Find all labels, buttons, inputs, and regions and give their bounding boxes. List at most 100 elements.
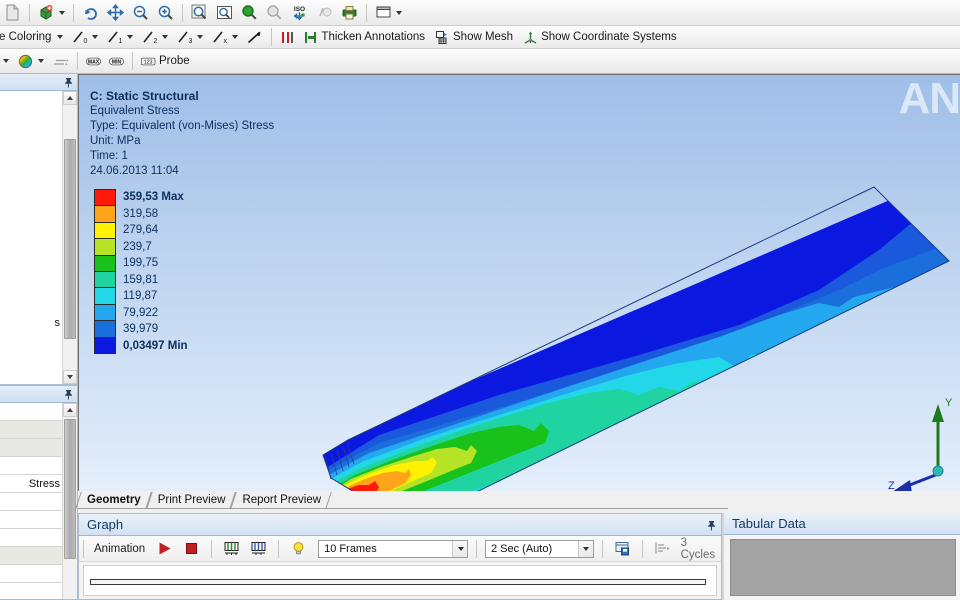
details-row-stress[interactable]: Stress (0, 475, 62, 493)
bars-button[interactable] (247, 538, 270, 559)
outline-scrollbar[interactable] (62, 91, 77, 384)
show-undeformed-wireframe-button[interactable]: 1 (102, 27, 137, 48)
cycles-label: 3 Cycles (680, 536, 716, 561)
max-annotation-button[interactable]: MAX (82, 51, 105, 72)
print-preview-button[interactable] (337, 2, 362, 23)
show-coordinate-systems-label: Show Coordinate Systems (541, 31, 677, 43)
tab-strip-filler (329, 492, 728, 509)
tab-label: Print Preview (157, 494, 226, 506)
chevron-down-icon (38, 59, 44, 63)
legend-swatch (95, 272, 115, 289)
outline-tree-body[interactable]: s (0, 91, 62, 384)
coordinate-triad[interactable]: Y Z (888, 388, 958, 491)
show-mesh-edges-button[interactable]: x (207, 27, 242, 48)
export-video-button[interactable] (611, 538, 634, 559)
zoom-to-fit-button[interactable] (212, 2, 237, 23)
scroll-thumb[interactable] (64, 139, 76, 339)
set-view-button[interactable] (312, 2, 337, 23)
details-row[interactable] (0, 403, 62, 421)
show-coordinate-systems-button[interactable]: Show Coordinate Systems (519, 27, 683, 48)
rotate-button[interactable] (78, 2, 103, 23)
details-row[interactable] (0, 457, 62, 475)
chevron-down-icon (396, 10, 402, 15)
lightbulb-button[interactable] (287, 538, 310, 559)
show-vertices-button[interactable] (34, 2, 69, 23)
details-scrollbar[interactable] (62, 403, 77, 599)
details-grid[interactable]: Stress (0, 403, 62, 599)
viewports-button[interactable] (371, 2, 406, 23)
legend-value: 239,7 (123, 240, 152, 253)
details-row[interactable] (0, 439, 62, 457)
min-annotation-button[interactable]: MIN (105, 51, 128, 72)
details-row[interactable] (0, 529, 62, 547)
thicken-annotations-button[interactable]: Thicken Annotations (299, 27, 431, 48)
tree-clipped-label: s (54, 317, 61, 329)
pin-icon[interactable] (706, 519, 717, 531)
vector-plot-button[interactable] (48, 51, 73, 72)
svg-text:2: 2 (154, 38, 158, 45)
show-elements-button[interactable]: 3 (172, 27, 207, 48)
probe-button[interactable]: 123 Probe (137, 51, 196, 72)
frames-value: 10 Frames (324, 542, 377, 555)
tab-label: Report Preview (242, 494, 322, 506)
iso-view-button[interactable]: ISO (287, 2, 312, 23)
zoom-out-button[interactable] (128, 2, 153, 23)
magnifier-gray-button[interactable] (262, 2, 287, 23)
chevron-up-icon (67, 408, 73, 412)
vector-display-button[interactable] (242, 27, 267, 48)
distribute-frames-button[interactable] (220, 538, 243, 559)
chevron-down-icon (127, 35, 134, 39)
cycles-icon (651, 538, 674, 559)
tabular-data-grid[interactable] (730, 539, 956, 596)
pin-icon[interactable] (63, 77, 74, 88)
details-row[interactable] (0, 547, 62, 565)
dropdown-arrow-button[interactable] (452, 540, 467, 557)
no-wireframe-button[interactable]: 0 (67, 27, 102, 48)
viewport-tab-strip: Geometry Print Preview Report Preview (78, 491, 728, 509)
details-row[interactable] (0, 511, 62, 529)
outline-tree-panel: s (0, 74, 78, 385)
magnifier-green-button[interactable] (237, 2, 262, 23)
pin-icon[interactable] (63, 389, 74, 400)
scroll-up-button[interactable] (63, 403, 77, 417)
tab-report-preview[interactable]: Report Preview (233, 492, 330, 509)
scroll-up-button[interactable] (63, 91, 77, 105)
duration-dropdown[interactable]: 2 Sec (Auto) (485, 539, 594, 558)
stop-button[interactable] (180, 538, 203, 559)
dropdown-arrow-button[interactable] (577, 540, 593, 557)
details-panel: Stress (0, 385, 78, 600)
result-contours-button[interactable] (13, 51, 48, 72)
scroll-down-button[interactable] (63, 370, 77, 384)
result-legend-colorbar[interactable]: 359,53 Max 319,58 279,64 239,7 199,75 15… (94, 189, 188, 354)
graph-time-bar[interactable] (90, 579, 706, 585)
result-color-caret[interactable] (0, 51, 13, 72)
legend-result-type: Type: Equivalent (von-Mises) Stress (90, 120, 275, 132)
details-row[interactable] (0, 493, 62, 511)
separator (271, 28, 273, 46)
edge-display-toolbar: e Coloring 0 1 2 3 x Thicken Annotations… (0, 26, 960, 49)
annotation-width-button[interactable] (276, 27, 299, 48)
svg-text:ISO: ISO (294, 6, 305, 13)
graphics-viewport[interactable]: AN C: Static Structural Equivalent Stres… (78, 74, 960, 491)
details-row[interactable] (0, 421, 62, 439)
show-undeformed-model-button[interactable]: 2 (137, 27, 172, 48)
legend-time: Time: 1 (90, 150, 128, 162)
play-button[interactable] (153, 538, 176, 559)
chevron-down-icon (92, 35, 99, 39)
box-zoom-button[interactable] (187, 2, 212, 23)
zoom-in-button[interactable] (153, 2, 178, 23)
details-row[interactable] (0, 583, 62, 599)
scroll-thumb[interactable] (64, 419, 76, 559)
chevron-up-icon (67, 96, 73, 100)
document-icon[interactable] (0, 2, 25, 23)
legend-swatch (95, 337, 115, 354)
graph-plot-area[interactable] (83, 565, 717, 596)
details-row[interactable] (0, 565, 62, 583)
edge-coloring-dropdown[interactable]: e Coloring (0, 27, 67, 48)
tab-geometry[interactable]: Geometry (78, 492, 149, 509)
legend-value-max: 359,53 Max (123, 191, 184, 203)
frames-dropdown[interactable]: 10 Frames (318, 539, 468, 558)
show-mesh-button[interactable]: Show Mesh (431, 27, 519, 48)
pan-button[interactable] (103, 2, 128, 23)
tab-print-preview[interactable]: Print Preview (148, 492, 234, 509)
